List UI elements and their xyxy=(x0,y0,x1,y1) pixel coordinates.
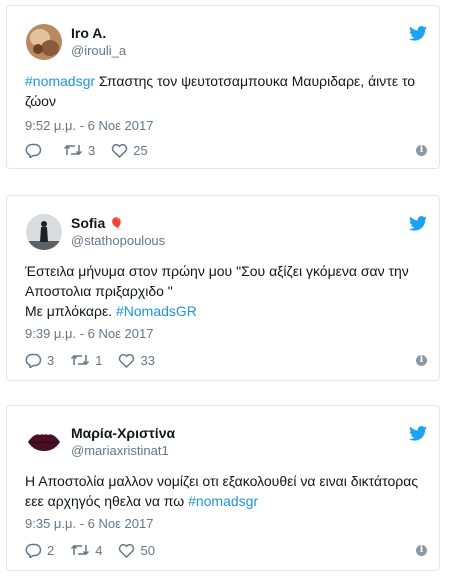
reply-count: 2 xyxy=(47,542,55,558)
tweet-actions: 3 25 i xyxy=(25,140,427,160)
like-button[interactable]: 50 xyxy=(118,542,155,558)
balloon-emoji-icon: 🎈 xyxy=(109,217,125,231)
avatar[interactable] xyxy=(26,214,62,250)
like-icon xyxy=(119,353,135,368)
info-icon[interactable]: i xyxy=(416,544,427,556)
twitter-bird-icon[interactable] xyxy=(409,426,427,441)
user-name[interactable]: Iro A. xyxy=(71,25,106,41)
reply-button[interactable]: 2 xyxy=(25,543,54,558)
tweet-card[interactable]: Sofia 🎈 @stathopoulous Έστειλα μήνυμα στ… xyxy=(6,195,440,381)
tweet-timestamp[interactable]: 9:52 μ.μ. - 6 Νοε 2017 xyxy=(25,118,153,133)
user-name[interactable]: Μαρία-Χριστίνα xyxy=(71,425,175,441)
like-button[interactable]: 33 xyxy=(118,352,155,368)
like-count: 33 xyxy=(140,352,155,368)
tweet-actions: 3 1 33 i xyxy=(25,350,427,370)
lips-photo-icon xyxy=(26,424,62,460)
avatar[interactable] xyxy=(26,24,62,60)
tweet-text: Η Αποστολία μαλλον νομίζει οτι εξακολουθ… xyxy=(25,473,419,509)
avatar[interactable] xyxy=(26,424,62,460)
reply-icon xyxy=(25,143,42,158)
user-name[interactable]: Sofia 🎈 xyxy=(71,215,124,231)
retweet-count: 4 xyxy=(95,542,103,558)
like-button[interactable]: 25 xyxy=(111,142,148,158)
retweet-icon xyxy=(63,144,83,156)
hashtag-link[interactable]: #nomadsgr xyxy=(188,493,258,509)
tweet-card[interactable]: Iro A. @irouli_a #nomadsgr Σπαστης τον ψ… xyxy=(6,5,440,169)
retweet-button[interactable]: 3 xyxy=(63,143,95,158)
user-handle[interactable]: @irouli_a xyxy=(71,43,126,58)
reply-icon xyxy=(25,543,42,558)
like-count: 50 xyxy=(140,542,155,558)
tweet-actions: 2 4 50 i xyxy=(25,540,427,560)
tweet-text: #nomadsgr Σπαστης τον ψευτοτσαμπουκα Μαυ… xyxy=(25,73,416,109)
reply-count: 3 xyxy=(47,352,55,368)
hashtag-link[interactable]: #NomadsGR xyxy=(116,303,197,319)
twitter-bird-icon[interactable] xyxy=(409,216,427,231)
tweet-timestamp[interactable]: 9:39 μ.μ. - 6 Νοε 2017 xyxy=(25,326,153,341)
tweet-timestamp[interactable]: 9:35 μ.μ. - 6 Νοε 2017 xyxy=(25,516,153,531)
reply-icon xyxy=(25,353,42,368)
like-icon xyxy=(111,143,128,158)
twitter-bird-icon[interactable] xyxy=(409,26,427,41)
info-icon[interactable]: i xyxy=(416,354,427,366)
retweet-count: 3 xyxy=(88,142,96,158)
reply-button[interactable] xyxy=(25,143,47,158)
retweet-count: 1 xyxy=(95,352,103,368)
like-icon xyxy=(119,543,135,558)
silhouette-photo-icon xyxy=(26,214,62,250)
retweet-icon xyxy=(71,354,90,366)
retweet-button[interactable]: 1 xyxy=(70,353,102,368)
tweet-text: Έστειλα μήνυμα στον πρώην μου "Σου αξίζε… xyxy=(25,263,409,319)
tweet-card[interactable]: Μαρία-Χριστίνα @mariaxristinat1 Η Αποστο… xyxy=(6,405,440,571)
info-icon[interactable]: i xyxy=(416,144,427,156)
user-handle[interactable]: @mariaxristinat1 xyxy=(71,443,169,458)
retweet-button[interactable]: 4 xyxy=(70,543,102,558)
user-handle[interactable]: @stathopoulous xyxy=(71,233,165,248)
hashtag-link[interactable]: #nomadsgr xyxy=(25,73,95,89)
retweet-icon xyxy=(71,544,90,556)
profile-photo-icon xyxy=(26,24,62,60)
like-count: 25 xyxy=(133,142,148,158)
reply-button[interactable]: 3 xyxy=(25,353,54,368)
